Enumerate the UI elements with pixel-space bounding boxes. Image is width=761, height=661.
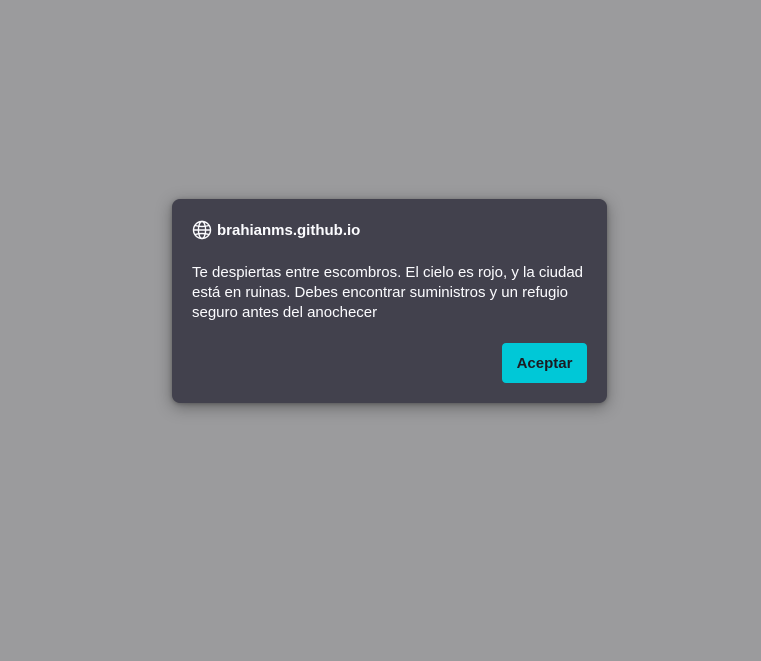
dialog-origin-text: brahianms.github.io	[217, 221, 361, 239]
globe-icon	[192, 220, 212, 240]
dialog-message: Te despiertas entre escombros. El cielo …	[192, 264, 584, 321]
dialog-origin: brahianms.github.io	[192, 219, 587, 241]
dialog-button-row: Aceptar	[502, 343, 587, 383]
alert-dialog: brahianms.github.io Te despiertas entre …	[172, 199, 607, 403]
accept-button[interactable]: Aceptar	[502, 343, 587, 383]
